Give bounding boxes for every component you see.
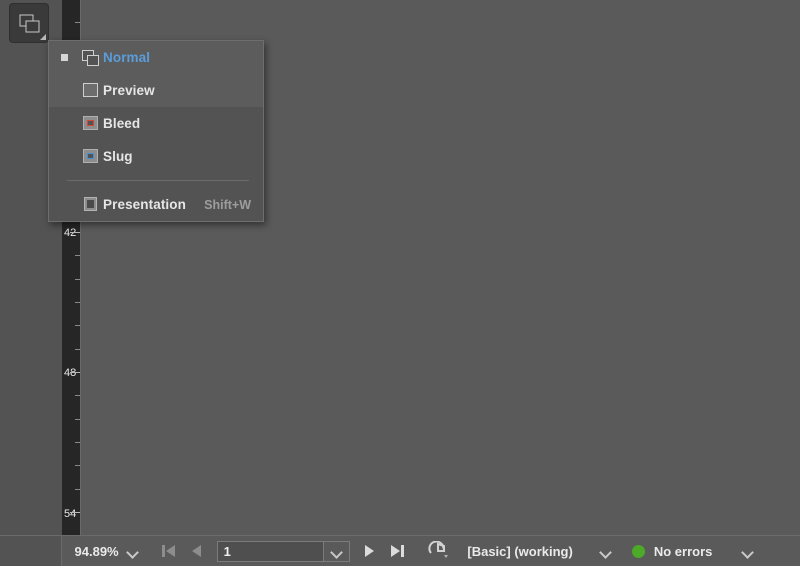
first-page-button[interactable] — [155, 540, 183, 562]
screen-mode-presentation-icon — [77, 197, 103, 212]
chevron-down-icon[interactable] — [599, 545, 612, 558]
next-page-button[interactable] — [356, 540, 384, 562]
ruler-label: 48 — [64, 368, 76, 379]
chevron-down-icon — [330, 545, 343, 558]
menu-item-presentation[interactable]: Presentation Shift+W — [49, 188, 263, 221]
menu-item-label: Bleed — [103, 116, 141, 131]
ruler-minor-tick — [75, 442, 80, 443]
previous-page-icon — [192, 545, 202, 557]
selected-bullet-slot — [61, 54, 77, 61]
status-bar: 94.89% 1 [Basic] (working) No errors — [0, 535, 800, 566]
ruler-minor-tick — [75, 465, 80, 466]
previous-page-button[interactable] — [183, 540, 211, 562]
preflight-status-text: No errors — [653, 543, 713, 559]
screen-mode-preview-icon — [77, 83, 103, 98]
ruler-major-tick — [70, 372, 80, 373]
preflight-profile-control[interactable]: [Basic] (working) — [467, 544, 611, 559]
menu-item-bleed[interactable]: Bleed — [49, 107, 263, 140]
flyout-indicator-icon — [40, 34, 46, 40]
menu-item-preview[interactable]: Preview — [49, 74, 263, 107]
screen-mode-normal-icon — [19, 14, 40, 33]
chevron-down-icon[interactable] — [741, 545, 754, 558]
menu-item-label: Normal — [103, 50, 151, 65]
screen-mode-button[interactable] — [10, 4, 48, 42]
menu-separator — [67, 180, 249, 181]
ruler-minor-tick — [75, 489, 80, 490]
ruler-label-digit: 48 — [64, 367, 77, 379]
ruler-minor-tick — [75, 302, 80, 303]
ruler-minor-tick — [75, 419, 80, 420]
page-tool-icon — [428, 541, 449, 558]
preflight-status[interactable]: No errors — [631, 543, 755, 559]
screen-mode-slug-icon — [77, 149, 103, 164]
next-page-icon — [365, 545, 375, 557]
zoom-level-value: 94.89% — [74, 543, 119, 559]
screen-mode-bleed-icon — [77, 116, 103, 131]
screen-mode-menu[interactable]: Normal Preview Bleed Slug Presentation S… — [48, 40, 264, 222]
ruler-major-tick — [70, 512, 80, 513]
application-window: 42 48 54 Normal Preview Bleed Slug Prese… — [0, 0, 800, 566]
chevron-down-icon[interactable] — [126, 545, 139, 558]
first-page-icon — [165, 545, 175, 557]
menu-item-label: Presentation — [103, 197, 186, 212]
status-bar-right-pad — [754, 536, 800, 566]
zoom-level-control[interactable]: 94.89% — [75, 544, 139, 559]
last-page-icon — [391, 545, 401, 557]
ruler-minor-tick — [75, 255, 80, 256]
page-number-field[interactable] — [216, 540, 350, 562]
screen-mode-normal-icon — [77, 50, 103, 66]
menu-item-shortcut: Shift+W — [204, 197, 251, 212]
status-indicator-icon — [631, 544, 645, 558]
menu-item-slug[interactable]: Slug — [49, 140, 263, 173]
ruler-label: 42 — [64, 228, 76, 239]
ruler-label: 54 — [64, 509, 76, 520]
page-number-dropdown-button[interactable] — [322, 541, 349, 561]
last-page-button[interactable] — [384, 540, 412, 562]
menu-item-normal[interactable]: Normal — [49, 41, 263, 74]
status-bar-left-pad — [0, 536, 62, 566]
ruler-minor-tick — [75, 279, 80, 280]
ruler-major-tick — [70, 232, 80, 233]
ruler-minor-tick — [75, 349, 80, 350]
ruler-label-digit: 54 — [64, 508, 77, 520]
menu-item-label: Slug — [103, 149, 133, 164]
selected-bullet-icon — [61, 54, 68, 61]
preflight-profile-value: [Basic] (working) — [467, 543, 573, 559]
page-number-input[interactable] — [217, 541, 323, 561]
ruler-minor-tick — [75, 22, 80, 23]
menu-item-label: Preview — [103, 83, 155, 98]
page-navigation — [155, 540, 412, 562]
ruler-minor-tick — [75, 395, 80, 396]
ruler-minor-tick — [75, 325, 80, 326]
page-tool-button[interactable] — [424, 540, 454, 562]
ruler-label-digit: 42 — [64, 227, 77, 239]
